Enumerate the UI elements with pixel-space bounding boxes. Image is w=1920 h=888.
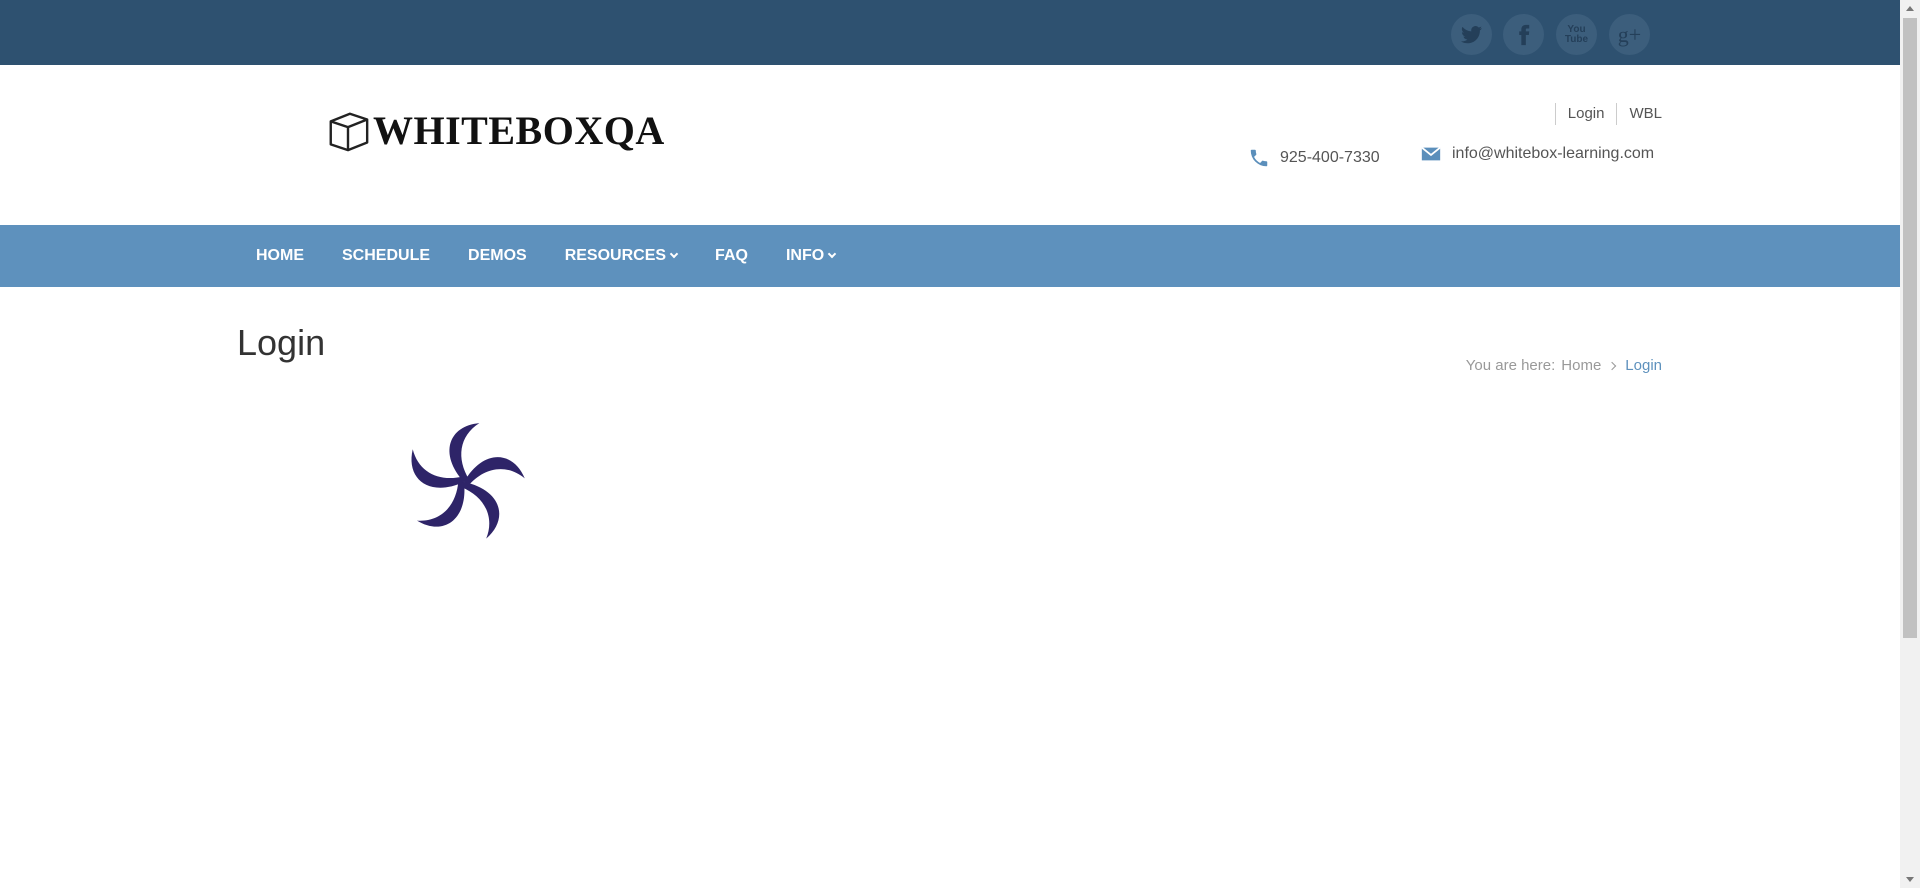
nav-item-info[interactable]: INFO (767, 247, 854, 265)
nav-item-schedule[interactable]: SCHEDULE (323, 247, 449, 265)
phone-contact: 925-400-7330 (1248, 147, 1380, 169)
chevron-down-icon (669, 249, 679, 259)
page: You Tube g+ WHITEBOXQA Login WBL 925-400… (0, 0, 1900, 888)
scroll-up-icon[interactable] (1906, 6, 1914, 11)
main-nav: HOME SCHEDULE DEMOS RESOURCES FAQ INFO (0, 225, 1900, 287)
logo-text: WHITEBOXQA (373, 108, 665, 153)
scroll-down-icon[interactable] (1906, 877, 1914, 882)
phone-number: 925-400-7330 (1280, 149, 1380, 166)
chevron-down-icon (827, 249, 837, 259)
email-address[interactable]: info@whitebox-learning.com (1452, 145, 1654, 163)
envelope-icon (1421, 146, 1441, 161)
box-logo-icon (329, 112, 369, 151)
breadcrumb: You are here: Home Login (1460, 357, 1662, 374)
scroll-thumb[interactable] (1903, 18, 1917, 638)
youtube-icon[interactable]: You Tube (1556, 14, 1597, 55)
loading-spinner-icon (411, 423, 525, 539)
nav-item-demos[interactable]: DEMOS (449, 247, 546, 265)
phone-icon (1250, 149, 1268, 167)
breadcrumb-current: Login (1625, 357, 1662, 374)
chevron-right-icon (1608, 361, 1617, 370)
facebook-icon[interactable] (1503, 14, 1544, 55)
page-title: Login (237, 322, 326, 363)
nav-item-home[interactable]: HOME (237, 247, 323, 265)
social-bar: You Tube g+ (0, 0, 1900, 65)
nav-item-faq[interactable]: FAQ (696, 247, 767, 265)
nav-item-resources[interactable]: RESOURCES (546, 247, 696, 265)
youtube-label: You Tube (1564, 23, 1589, 45)
top-links: Login WBL (1554, 103, 1662, 125)
breadcrumb-prefix: You are here: (1465, 357, 1556, 374)
login-link[interactable]: Login (1554, 103, 1617, 125)
google-plus-label: g+ (1617, 21, 1642, 47)
google-plus-icon[interactable]: g+ (1609, 14, 1650, 55)
twitter-icon[interactable] (1451, 14, 1492, 55)
breadcrumb-home[interactable]: Home (1561, 357, 1601, 374)
site-header: WHITEBOXQA Login WBL 925-400-7330 info@w… (0, 65, 1900, 225)
site-logo[interactable]: WHITEBOXQA (325, 107, 665, 154)
email-contact: info@whitebox-learning.com (1420, 143, 1654, 165)
wbl-link[interactable]: WBL (1616, 103, 1662, 125)
vertical-scrollbar[interactable] (1900, 0, 1920, 888)
